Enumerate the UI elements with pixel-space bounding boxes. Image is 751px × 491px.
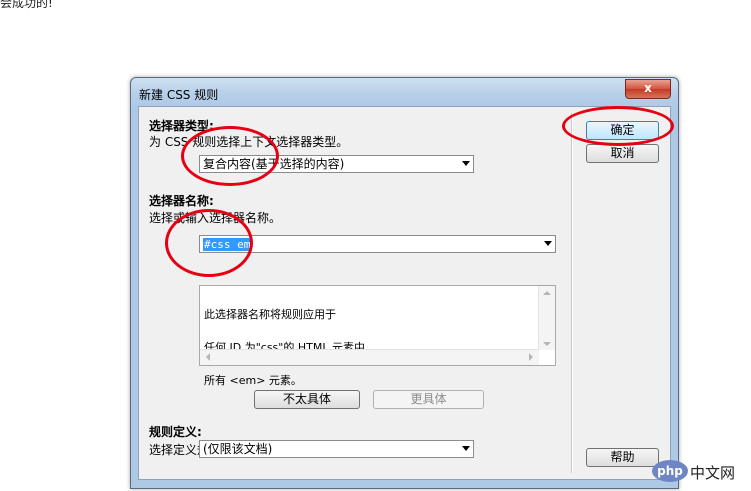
vertical-scrollbar[interactable]: [538, 286, 555, 350]
close-button[interactable]: x: [625, 79, 671, 99]
close-icon: x: [644, 81, 652, 95]
chevron-down-icon: [462, 161, 470, 166]
scroll-left-icon[interactable]: [206, 353, 210, 361]
rule-definition-value: (仅限该文档): [203, 442, 273, 456]
selector-info-box: 此选择器名称将规则应用于 任何 ID 为"css"的 HTML 元素中 所有 <…: [199, 285, 556, 386]
vertical-divider: [571, 113, 573, 473]
horizontal-scrollbar[interactable]: [200, 349, 539, 365]
scroll-up-icon[interactable]: [543, 291, 551, 295]
more-specific-label: 更具体: [410, 392, 447, 406]
php-logo-icon: php: [652, 460, 688, 482]
rule-definition-heading: 规则定义:: [149, 425, 202, 439]
less-specific-button[interactable]: 不太具体: [254, 390, 360, 409]
scroll-right-icon[interactable]: [529, 353, 533, 361]
cancel-button[interactable]: 取消: [586, 144, 659, 163]
cancel-label: 取消: [610, 146, 635, 160]
dialog-titlebar[interactable]: 新建 CSS 规则 x: [131, 78, 678, 106]
chevron-down-icon: [462, 446, 470, 451]
selector-info-line: 所有 <em> 元素。: [204, 374, 302, 387]
chevron-down-icon[interactable]: [544, 241, 552, 246]
scroll-down-icon[interactable]: [543, 342, 551, 346]
more-specific-button[interactable]: 更具体: [373, 390, 484, 409]
selector-name-heading: 选择器名称:: [149, 194, 214, 208]
less-specific-label: 不太具体: [282, 392, 331, 406]
watermark-text: 中文网: [690, 464, 736, 482]
annotation-circle: [181, 126, 279, 186]
dialog-title: 新建 CSS 规则: [139, 88, 219, 102]
rule-definition-dropdown[interactable]: (仅限该文档): [199, 440, 474, 458]
page-top-text: 会成功的!: [0, 0, 53, 10]
annotation-circle: [562, 106, 674, 146]
help-label: 帮助: [610, 450, 635, 464]
annotation-circle: [165, 209, 253, 277]
help-button[interactable]: 帮助: [586, 448, 659, 467]
selector-info-line: 此选择器名称将规则应用于: [204, 308, 336, 321]
